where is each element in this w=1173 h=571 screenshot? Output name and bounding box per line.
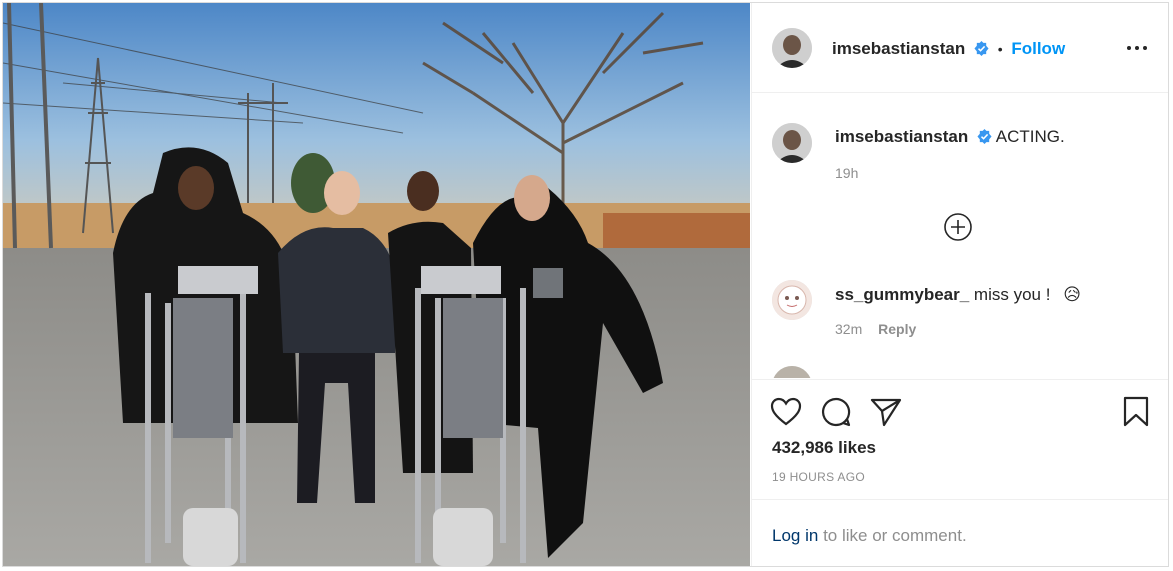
verified-badge-icon (977, 129, 992, 144)
login-link[interactable]: Log in (772, 526, 818, 545)
commenter-avatar[interactable] (772, 280, 812, 320)
save-bookmark-icon[interactable] (1122, 396, 1150, 428)
load-more-comments-icon[interactable] (943, 212, 973, 242)
post-sidebar: imsebastianstan • Follow imsebastianstan… (751, 3, 1168, 566)
caption-line: imsebastianstan ACTING. (835, 127, 1065, 147)
caption-time: 19h (835, 165, 859, 181)
caption-meta: 19h (835, 165, 858, 181)
login-text: Log in to like or comment. (772, 526, 967, 546)
separator-dot: • (997, 41, 1003, 57)
caption-text: ACTING. (995, 127, 1065, 146)
follow-button[interactable]: Follow (1011, 39, 1065, 58)
post-photo[interactable] (3, 3, 750, 566)
comment-meta: 32m Reply (835, 321, 916, 337)
like-heart-icon[interactable] (770, 397, 802, 427)
caption-username[interactable]: imsebastianstan (835, 127, 968, 146)
comments-section[interactable]: imsebastianstan ACTING. 19h ss_gummybear… (752, 94, 1168, 378)
caption-avatar[interactable] (772, 123, 812, 163)
reply-button[interactable]: Reply (878, 321, 916, 337)
comment-text: miss you ! (973, 285, 1051, 304)
comment-bubble-icon[interactable] (820, 396, 852, 428)
author-line: imsebastianstan • Follow (832, 39, 1065, 59)
comment-line: ss_gummybear_ miss you ! 😥 (835, 285, 1081, 305)
post-timestamp: 19 HOURS AGO (772, 470, 865, 484)
sad-face-emoji-icon: 😥 (1063, 285, 1081, 304)
author-username[interactable]: imsebastianstan (832, 39, 965, 58)
post-actions: 432,986 likes 19 HOURS AGO (752, 379, 1168, 499)
login-prompt: Log in to like or comment. (752, 499, 1168, 565)
more-options-icon[interactable] (1126, 41, 1148, 55)
comment-time: 32m (835, 321, 863, 337)
post-header: imsebastianstan • Follow (752, 3, 1168, 93)
share-send-icon[interactable] (870, 397, 902, 427)
login-rest: to like or comment. (823, 526, 967, 545)
author-avatar[interactable] (772, 28, 812, 68)
likes-count[interactable]: 432,986 likes (772, 438, 876, 458)
verified-badge-icon (974, 41, 989, 56)
commenter-avatar-partial (772, 366, 812, 378)
comment-username[interactable]: ss_gummybear_ (835, 285, 969, 304)
